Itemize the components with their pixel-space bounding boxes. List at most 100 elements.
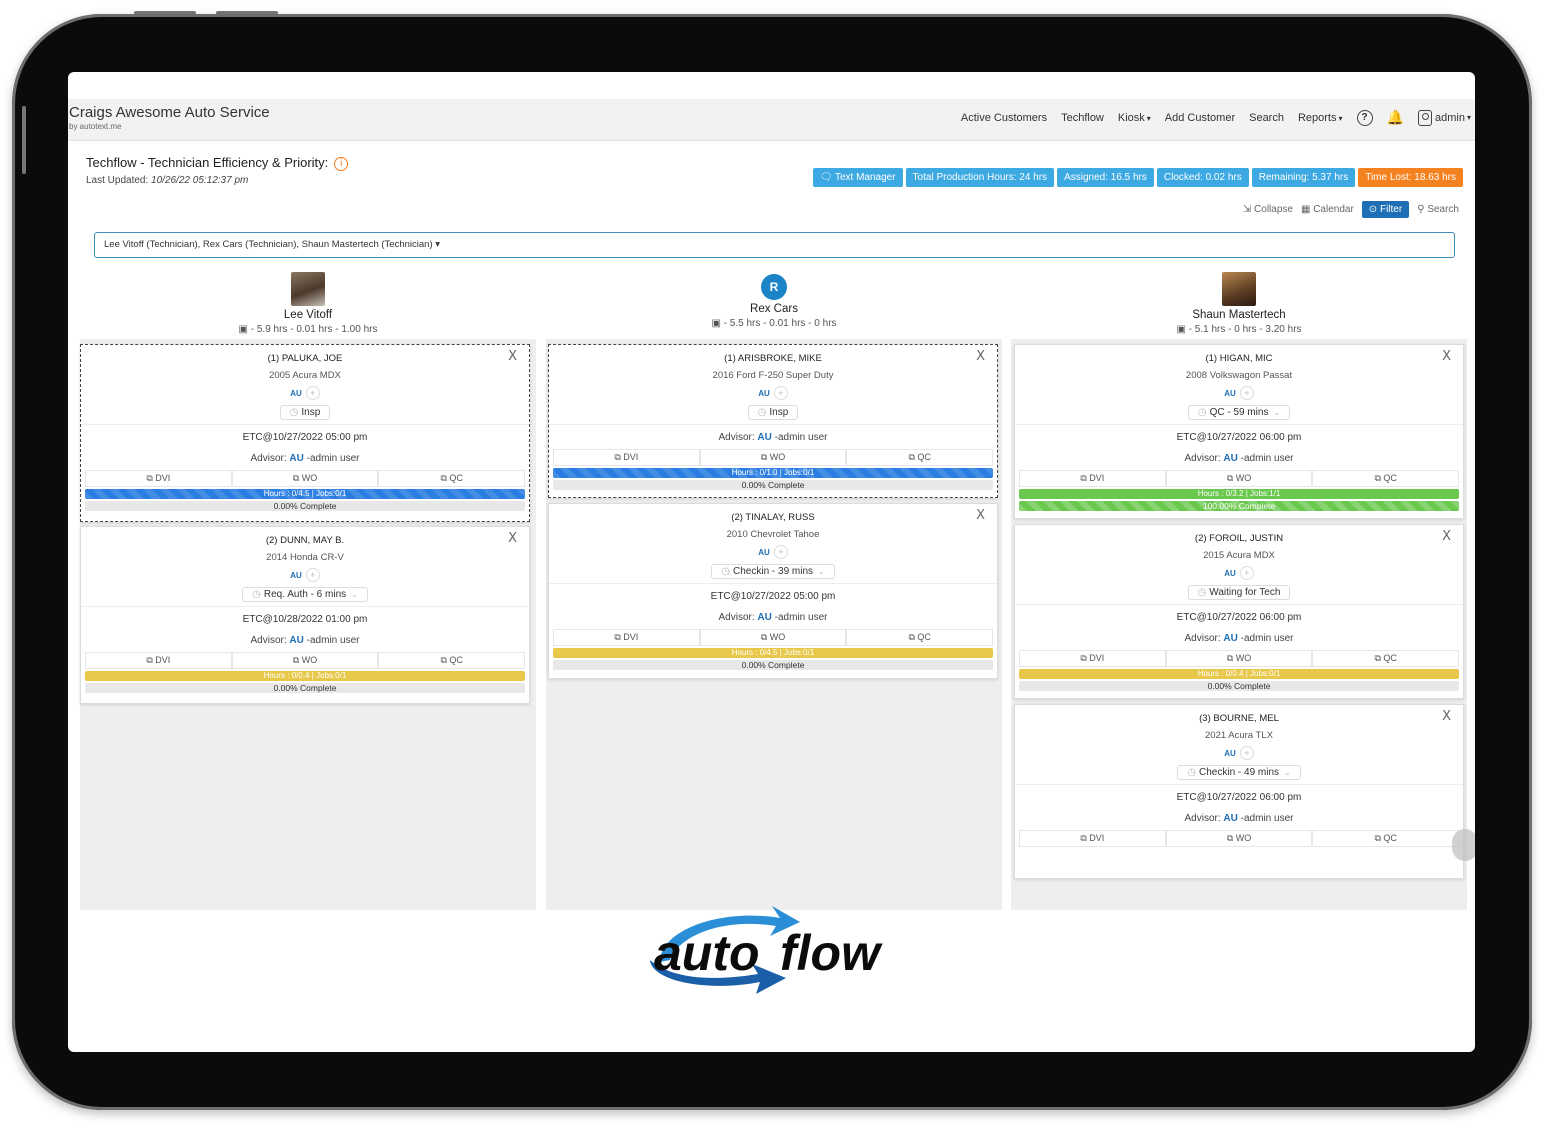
hours-bar: Hours : 0/4.5 | Jobs:0/1 xyxy=(85,489,525,499)
add-icon[interactable]: + xyxy=(305,386,320,400)
job-card[interactable]: X (1) HIGAN, MIC 2008 Volkswagon Passat … xyxy=(1014,344,1464,519)
qc-button[interactable]: ⧉ QC xyxy=(846,449,994,466)
external-link-icon: ⧉ xyxy=(146,473,153,483)
technician-stats-text: - 5.9 hrs - 0.01 hrs - 1.00 hrs xyxy=(250,324,378,335)
wo-button[interactable]: ⧉ WO xyxy=(1165,650,1313,667)
wo-button[interactable]: ⧉ WO xyxy=(231,470,379,487)
vehicle: 2010 Chevrolet Tahoe xyxy=(726,529,820,540)
advisor-label: Advisor: xyxy=(250,453,287,464)
dvi-button[interactable]: ⧉ DVI xyxy=(1019,470,1166,487)
text-manager-button[interactable]: 🗨 Text Manager xyxy=(812,168,903,187)
add-icon[interactable]: + xyxy=(305,568,320,582)
close-icon[interactable]: X xyxy=(1442,349,1451,364)
advisor-tag-row: AU + xyxy=(1015,386,1463,400)
close-icon[interactable]: X xyxy=(508,349,517,364)
clock-icon: ◷ xyxy=(1197,587,1207,598)
remaining-hours: Remaining: 5.37 hrs xyxy=(1251,168,1356,187)
close-icon[interactable]: X xyxy=(976,349,985,364)
wo-button[interactable]: ⧉ WO xyxy=(1165,830,1313,847)
clipboard-icon: ▣ xyxy=(238,324,248,335)
caret-down-icon: ▾ xyxy=(1466,113,1471,123)
add-icon[interactable]: + xyxy=(773,386,788,400)
user-menu[interactable]: admin ▾ xyxy=(1417,109,1471,126)
close-icon[interactable]: X xyxy=(976,508,985,523)
qc-label: QC xyxy=(1383,833,1397,843)
nav-reports[interactable]: Reports ▾ xyxy=(1298,112,1343,124)
job-card[interactable]: X (1) PALUKA, JOE 2005 Acura MDX AU + ◷ In… xyxy=(80,344,530,522)
advisor-tag: AU xyxy=(758,388,770,398)
nav-active-customers[interactable]: Active Customers xyxy=(961,112,1047,124)
user-icon xyxy=(1417,109,1432,126)
etc-date: ETC@10/27/2022 05:00 pm xyxy=(549,583,997,607)
scroll-handle[interactable] xyxy=(1452,829,1475,861)
dvi-button[interactable]: ⧉ DVI xyxy=(1019,830,1166,847)
qc-button[interactable]: ⧉ QC xyxy=(378,652,526,669)
dvi-button[interactable]: ⧉ DVI xyxy=(85,470,232,487)
filter-button[interactable]: ⊙ Filter xyxy=(1361,201,1410,218)
technician-stats: ▣ - 5.9 hrs - 0.01 hrs - 1.00 hrs xyxy=(80,324,536,335)
status-label: Insp xyxy=(301,407,321,418)
help-icon[interactable]: ? xyxy=(1356,109,1373,126)
qc-button[interactable]: ⧉ QC xyxy=(1312,830,1460,847)
technician-name: Lee Vitoff xyxy=(283,309,333,321)
search-button[interactable]: ⚲ Search xyxy=(1417,204,1459,215)
job-card[interactable]: X (2) FOROIL, JUSTIN 2015 Acura MDX AU + … xyxy=(1014,524,1464,699)
nav-techflow[interactable]: Techflow xyxy=(1061,112,1104,124)
wo-button[interactable]: ⧉ WO xyxy=(699,449,847,466)
dvi-button[interactable]: ⧉ DVI xyxy=(553,449,700,466)
advisor-label: Advisor: xyxy=(1184,813,1221,824)
job-card[interactable]: X (3) BOURNE, MEL 2021 Acura TLX AU + ◷ Ch… xyxy=(1014,704,1464,879)
top-navbar: Craigs Awesome Auto Service by autotext.… xyxy=(68,99,1475,141)
dvi-button[interactable]: ⧉ DVI xyxy=(85,652,232,669)
status-dropdown[interactable]: ◷ Waiting for Tech xyxy=(1187,585,1291,600)
brand-name[interactable]: Craigs Awesome Auto Service xyxy=(69,104,270,121)
advisor-tag: AU xyxy=(1224,388,1236,398)
nav-search[interactable]: Search xyxy=(1249,112,1284,124)
close-icon[interactable]: X xyxy=(1442,529,1451,544)
wo-button[interactable]: ⧉ WO xyxy=(1165,470,1313,487)
job-card[interactable]: X (2) TINALAY, RUSS 2010 Chevrolet Tahoe… xyxy=(548,503,998,679)
wo-button[interactable]: ⧉ WO xyxy=(699,629,847,646)
add-icon[interactable]: + xyxy=(1239,746,1254,760)
qc-button[interactable]: ⧉ QC xyxy=(846,629,994,646)
advisor-tag-row: AU + xyxy=(81,386,529,400)
advisor-initials: AU xyxy=(289,453,304,464)
status-label: Insp xyxy=(769,407,789,418)
wo-label: WO xyxy=(1235,653,1252,663)
status-dropdown[interactable]: ◷ Insp xyxy=(279,405,331,420)
status-dropdown[interactable]: ◷ Checkin - 39 mins ⌄ xyxy=(711,564,835,579)
close-icon[interactable]: X xyxy=(508,531,517,546)
dvi-button[interactable]: ⧉ DVI xyxy=(1019,650,1166,667)
hours-bar: Hours : 0/3.2 | Jobs:1/1 xyxy=(1019,489,1459,499)
search-label: Search xyxy=(1427,204,1459,215)
info-icon[interactable]: i xyxy=(334,157,349,171)
advisor-tag-row: AU + xyxy=(81,568,529,582)
nav-add-customer[interactable]: Add Customer xyxy=(1165,112,1235,124)
qc-button[interactable]: ⧉ QC xyxy=(1312,650,1460,667)
status-dropdown[interactable]: ◷ Checkin - 49 mins ⌄ xyxy=(1177,765,1301,780)
wo-button[interactable]: ⧉ WO xyxy=(231,652,379,669)
bell-icon[interactable]: 🔔 xyxy=(1387,109,1404,126)
add-icon[interactable]: + xyxy=(1239,566,1254,580)
technician-select[interactable]: Lee Vitoff (Technician), Rex Cars (Techn… xyxy=(94,232,1455,258)
job-card[interactable]: X (2) DUNN, MAY B. 2014 Honda CR-V AU + ◷… xyxy=(80,526,530,704)
dvi-label: DVI xyxy=(155,473,171,483)
close-icon[interactable]: X xyxy=(1442,709,1451,724)
dvi-button[interactable]: ⧉ DVI xyxy=(553,629,700,646)
status-dropdown[interactable]: ◷ Req. Auth - 6 mins ⌄ xyxy=(242,587,368,602)
calendar-button[interactable]: ▦ Calendar xyxy=(1301,204,1354,215)
status-dropdown[interactable]: ◷ QC - 59 mins ⌄ xyxy=(1187,405,1291,420)
advisor-name: -admin user xyxy=(306,635,360,646)
status-dropdown[interactable]: ◷ Insp xyxy=(747,405,799,420)
external-link-icon: ⧉ xyxy=(440,655,447,665)
autoflow-logo: auto flow xyxy=(650,906,883,994)
add-icon[interactable]: + xyxy=(773,545,788,559)
job-card[interactable]: X (1) ARISBROKE, MIKE 2016 Ford F-250 Su… xyxy=(548,344,998,498)
external-link-icon: ⧉ xyxy=(1374,653,1381,663)
collapse-button[interactable]: ⇲ Collapse xyxy=(1243,204,1293,215)
add-icon[interactable]: + xyxy=(1239,386,1254,400)
customer-name: (2) FOROIL, JUSTIN xyxy=(1194,533,1284,544)
nav-kiosk[interactable]: Kiosk ▾ xyxy=(1118,112,1151,124)
qc-button[interactable]: ⧉ QC xyxy=(378,470,526,487)
qc-button[interactable]: ⧉ QC xyxy=(1312,470,1460,487)
